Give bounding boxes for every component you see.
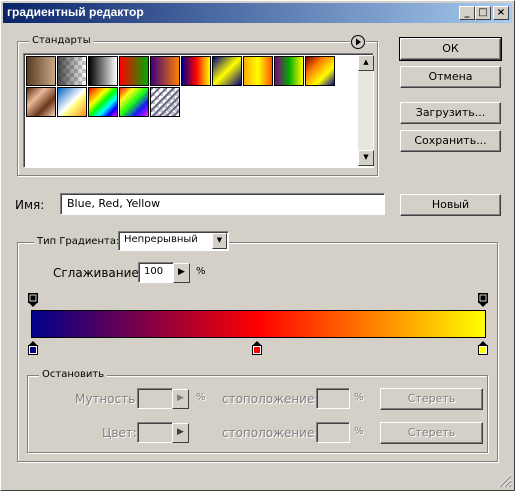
name-label: Имя: xyxy=(15,198,45,212)
color-location-input[interactable] xyxy=(316,422,350,443)
opacity-stop-right[interactable] xyxy=(478,293,488,307)
color-delete-button[interactable]: Стереть xyxy=(380,422,483,444)
preset-swatch[interactable] xyxy=(26,56,56,86)
preset-swatch[interactable] xyxy=(305,56,335,86)
opacity-unit: % xyxy=(196,392,206,403)
opacity-stop-left[interactable] xyxy=(28,293,38,307)
opacity-delete-button[interactable]: Стереть xyxy=(380,388,483,410)
window-title: градиентный редактор xyxy=(7,5,144,19)
scroll-down-icon[interactable]: ▼ xyxy=(358,150,374,166)
preset-swatch[interactable] xyxy=(243,56,273,86)
color-stop-yellow[interactable] xyxy=(478,341,488,355)
opacity-slider-icon[interactable]: ▶ xyxy=(172,389,189,409)
color-location-unit: % xyxy=(354,426,364,437)
presets-menu-icon[interactable] xyxy=(350,34,366,50)
close-button[interactable]: × xyxy=(493,6,509,20)
gradient-type-label: Тип Градиента: xyxy=(34,236,123,247)
resize-grip-icon[interactable] xyxy=(496,472,512,488)
color-label: Цвет: xyxy=(102,426,137,440)
gradient-preview-bar[interactable] xyxy=(31,310,486,338)
color-picker-icon[interactable]: ▶ xyxy=(172,423,189,443)
opacity-label: Мутность: xyxy=(75,392,140,406)
smoothness-input[interactable]: 100 xyxy=(138,262,174,283)
preset-swatch[interactable] xyxy=(57,56,87,86)
preset-swatch[interactable] xyxy=(274,56,304,86)
preset-swatch[interactable] xyxy=(57,87,87,117)
presets-scrollbar[interactable]: ▲ ▼ xyxy=(358,55,374,166)
smoothness-label: Сглаживание: xyxy=(53,266,143,280)
gradient-type-select[interactable]: Непрерывный ▼ xyxy=(118,231,229,251)
preset-swatch[interactable] xyxy=(212,56,242,86)
load-button[interactable]: Загрузить... xyxy=(400,102,501,124)
chevron-down-icon[interactable]: ▼ xyxy=(212,233,227,249)
gradient-editor-window: градиентный редактор _ □ × Стандарты ▲ ▼ xyxy=(0,0,515,491)
preset-swatch[interactable] xyxy=(150,56,180,86)
opacity-location-unit: % xyxy=(354,392,364,403)
color-stop-red[interactable] xyxy=(252,341,262,355)
smoothness-unit: % xyxy=(196,266,206,277)
cancel-button[interactable]: Отмена xyxy=(400,66,501,88)
gradient-type-value: Непрерывный xyxy=(124,234,198,245)
preset-swatch[interactable] xyxy=(119,87,149,117)
opacity-input[interactable] xyxy=(137,388,173,409)
name-field[interactable]: Blue, Red, Yellow xyxy=(60,193,385,215)
minimize-button[interactable]: _ xyxy=(459,6,475,20)
preset-swatch[interactable] xyxy=(181,56,211,86)
color-location-label: стоположение: xyxy=(222,426,319,440)
preset-swatch[interactable] xyxy=(88,87,118,117)
maximize-button[interactable]: □ xyxy=(475,6,491,20)
color-stop-blue[interactable] xyxy=(28,341,38,355)
preset-swatch[interactable] xyxy=(150,87,180,117)
preset-swatch[interactable] xyxy=(88,56,118,86)
scroll-up-icon[interactable]: ▲ xyxy=(358,55,374,71)
stops-label: Остановить xyxy=(39,369,108,380)
title-bar[interactable]: градиентный редактор _ □ × xyxy=(3,3,512,23)
opacity-location-label: стоположение: xyxy=(222,392,319,406)
new-button[interactable]: Новый xyxy=(400,194,501,216)
presets-label: Стандарты xyxy=(29,35,94,46)
save-button[interactable]: Сохранить... xyxy=(400,130,501,152)
smoothness-slider-icon[interactable]: ▶ xyxy=(173,263,190,283)
presets-list[interactable] xyxy=(23,53,374,168)
preset-swatch[interactable] xyxy=(26,87,56,117)
opacity-location-input[interactable] xyxy=(316,388,350,409)
preset-swatch[interactable] xyxy=(119,56,149,86)
color-swatch-input[interactable] xyxy=(137,422,173,443)
ok-button[interactable]: ОК xyxy=(399,37,502,61)
